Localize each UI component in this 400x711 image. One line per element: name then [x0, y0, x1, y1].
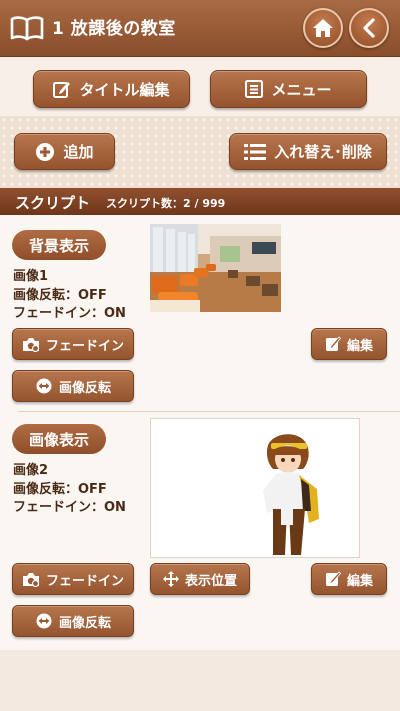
menu-label: メニュー — [271, 80, 332, 99]
fade-in-label: フェードイン — [45, 573, 124, 589]
display-position-button[interactable]: 表示位置 — [150, 563, 250, 595]
chevron-left-icon — [363, 18, 375, 38]
fade-in-button[interactable]: フェードイン — [12, 563, 134, 595]
edit-button[interactable]: 編集 — [311, 563, 387, 595]
info-flip: 画像反転：OFF — [13, 481, 107, 497]
menu-button[interactable]: メニュー — [210, 70, 367, 108]
info-flip: 画像反転：OFF — [13, 287, 107, 303]
script-section-header: スクリプト スクリプト数：2 / 999 — [0, 188, 400, 215]
info-fade: フェードイン：ON — [13, 500, 126, 515]
display-position-label: 表示位置 — [184, 573, 237, 589]
book-icon — [10, 16, 44, 41]
script-list: 背景表示 画像1 画像反転：OFF フェードイン：ON フェードイン 編集 画像… — [0, 215, 400, 650]
top-toolbar: タイトル編集 メニュー — [0, 58, 400, 116]
plus-circle-icon — [36, 142, 55, 161]
edit-button[interactable]: 編集 — [311, 328, 387, 360]
edit-icon — [325, 571, 341, 586]
edit-icon — [325, 336, 341, 351]
camera-icon — [22, 337, 40, 352]
action-bar: 追加 入れ替え･削除 — [0, 116, 400, 188]
flip-image-label: 画像反転 — [58, 615, 111, 631]
bottom-area — [0, 650, 400, 711]
script-type-background[interactable]: 背景表示 — [12, 230, 106, 260]
flip-image-button[interactable]: 画像反転 — [12, 605, 134, 637]
edit-label: 編集 — [346, 338, 373, 354]
section-title: スクリプト — [15, 194, 91, 212]
camera-icon — [22, 572, 40, 587]
list-bullets-icon — [244, 143, 267, 160]
flip-image-label: 画像反転 — [58, 380, 111, 396]
list-icon — [245, 80, 264, 98]
info-image: 画像2 — [13, 463, 49, 478]
home-button[interactable] — [303, 8, 343, 48]
script-info: 画像1 画像反転：OFF フェードイン：ON — [13, 268, 126, 324]
row-divider — [18, 411, 400, 412]
sort-delete-label: 入れ替え･削除 — [274, 143, 372, 161]
edit-label: 編集 — [346, 573, 373, 589]
add-label: 追加 — [63, 143, 94, 161]
fade-in-label: フェードイン — [45, 338, 124, 354]
script-type-image[interactable]: 画像表示 — [12, 424, 106, 454]
title-edit-button[interactable]: タイトル編集 — [33, 70, 190, 108]
character-image — [263, 434, 319, 555]
image-thumbnail[interactable] — [150, 418, 360, 558]
script-info: 画像2 画像反転：OFF フェードイン：ON — [13, 462, 126, 518]
flip-image-button[interactable]: 画像反転 — [12, 370, 134, 402]
app-header: 1 放課後の教室 — [0, 0, 400, 57]
info-fade: フェードイン：ON — [13, 306, 126, 321]
classroom-image — [150, 224, 281, 312]
page-title: 1 放課後の教室 — [52, 19, 176, 39]
sort-delete-button[interactable]: 入れ替え･削除 — [229, 133, 387, 170]
back-button[interactable] — [349, 8, 389, 48]
fade-in-button[interactable]: フェードイン — [12, 328, 134, 360]
flip-horizontal-icon — [36, 378, 52, 394]
background-thumbnail[interactable] — [150, 224, 281, 312]
title-edit-label: タイトル編集 — [79, 80, 170, 99]
home-icon — [313, 19, 333, 37]
script-count: スクリプト数：2 / 999 — [106, 197, 226, 210]
flip-horizontal-icon — [36, 613, 52, 629]
move-icon — [162, 571, 179, 587]
info-image: 画像1 — [13, 269, 49, 284]
add-button[interactable]: 追加 — [14, 133, 115, 170]
edit-icon — [53, 82, 71, 98]
